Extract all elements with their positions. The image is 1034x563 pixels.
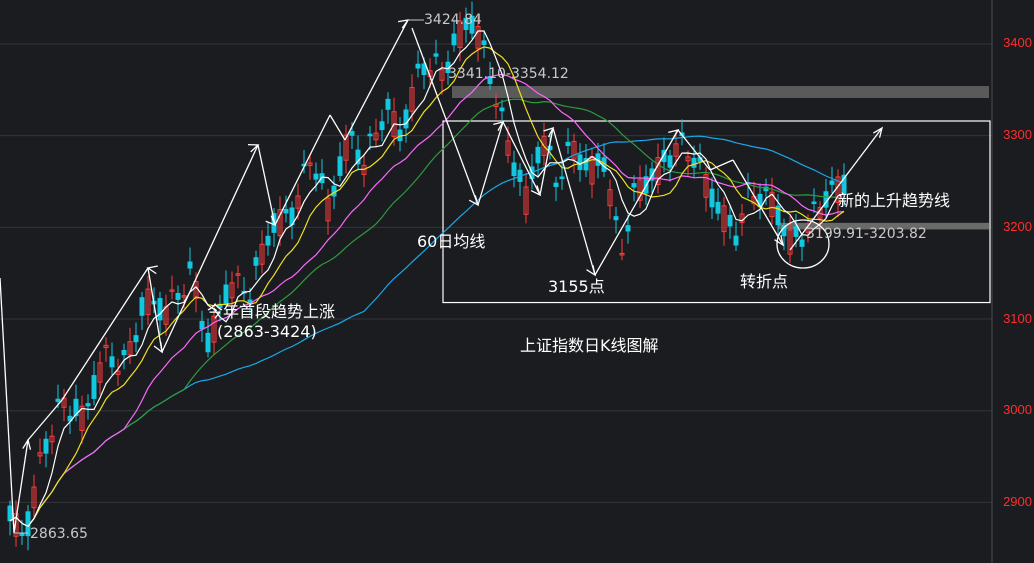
arrow-head (668, 128, 680, 139)
candle-body (451, 33, 457, 46)
trend-segment (257, 144, 276, 226)
trend-segment (61, 267, 149, 401)
candle-body (379, 121, 385, 131)
candle-body (91, 375, 97, 399)
candle-body (709, 188, 715, 208)
chart-title: 上证指数日K线图解 (520, 336, 659, 355)
y-tick-label: 3200 (1003, 219, 1032, 234)
candle-body (121, 349, 127, 356)
first-leg-label: 今年首段趋势上涨 (207, 302, 336, 321)
candle-body (253, 257, 259, 266)
trend-segment (27, 399, 63, 441)
candle-body (559, 176, 565, 180)
chart-canvas (0, 0, 993, 563)
trend-segment (329, 114, 346, 141)
candle-body (565, 141, 571, 147)
candle-body (367, 133, 373, 137)
candle-body (205, 332, 211, 353)
candle-body (715, 201, 721, 214)
kline-chart: 3400 3300 3200 3100 3000 2900 2863.65 34… (0, 0, 1034, 563)
ma20-line (9, 73, 845, 528)
trend-segment (477, 121, 504, 206)
candle-body (331, 185, 337, 197)
candle-body (337, 156, 343, 176)
y-tick-label: 3100 (1003, 311, 1032, 326)
candle-body (7, 505, 13, 522)
candle-body (133, 335, 139, 343)
candle-body (265, 235, 271, 246)
candle-body (829, 180, 835, 185)
candle-body (811, 201, 817, 205)
candle-body (433, 53, 439, 57)
candle-body (55, 398, 61, 402)
ma60-label: 60日均线 (417, 232, 486, 251)
candle-body (349, 131, 355, 136)
candle-body (793, 226, 799, 237)
candle-body (283, 208, 289, 214)
candle-body (415, 63, 421, 69)
first-leg-range: (2863-3424) (217, 322, 317, 341)
resistance-band (452, 86, 989, 98)
resistance-label: 3341.10-3354.12 (448, 66, 569, 82)
candle-body (85, 403, 91, 407)
support-label: 3199.91-3203.82 (806, 226, 927, 242)
arrow-head (153, 341, 163, 354)
low-3155-label: 3155点 (548, 277, 605, 296)
candle-body (625, 225, 631, 232)
y-tick-label: 3400 (1003, 35, 1032, 50)
ma5-line (9, 30, 845, 528)
trend-segment (0, 277, 15, 534)
high-price-label: 3424.84 (424, 12, 482, 28)
candle-body (313, 173, 319, 180)
candle-body (109, 356, 115, 368)
candle-body (199, 320, 205, 330)
ma60-line (9, 135, 845, 528)
low-price-label: 2863.65 (30, 526, 88, 542)
candle-body (175, 292, 181, 300)
candle-body (187, 261, 193, 269)
candle-body (535, 146, 541, 164)
candle-body (511, 162, 517, 177)
trend-segment (594, 129, 679, 276)
y-tick-label: 3300 (1003, 127, 1032, 142)
candle-body (727, 214, 733, 227)
candle-body (139, 297, 145, 316)
candle-body (799, 239, 805, 247)
y-tick-label: 3000 (1003, 402, 1032, 417)
candle-body (19, 533, 25, 537)
new-trendline-label: 新的上升趋势线 (838, 191, 951, 210)
candle-body (403, 109, 409, 129)
turning-point-label: 转折点 (740, 272, 789, 291)
candle-body (157, 298, 163, 321)
candle-body (733, 235, 739, 246)
candle-body (613, 216, 619, 221)
arrow-head (146, 265, 158, 275)
candle-body (553, 182, 559, 188)
trend-segment (502, 121, 541, 196)
trend-segment (411, 27, 479, 206)
candle-body (631, 183, 637, 188)
candle-body (385, 98, 391, 110)
candle-body (577, 154, 583, 171)
candle-body (691, 157, 697, 168)
candle-body (481, 40, 487, 46)
y-tick-label: 2900 (1003, 494, 1032, 509)
candle-body (499, 107, 505, 112)
ma30-line (9, 98, 845, 528)
candle-body (43, 438, 49, 454)
candle-body (667, 155, 673, 168)
trend-segment (732, 159, 784, 246)
